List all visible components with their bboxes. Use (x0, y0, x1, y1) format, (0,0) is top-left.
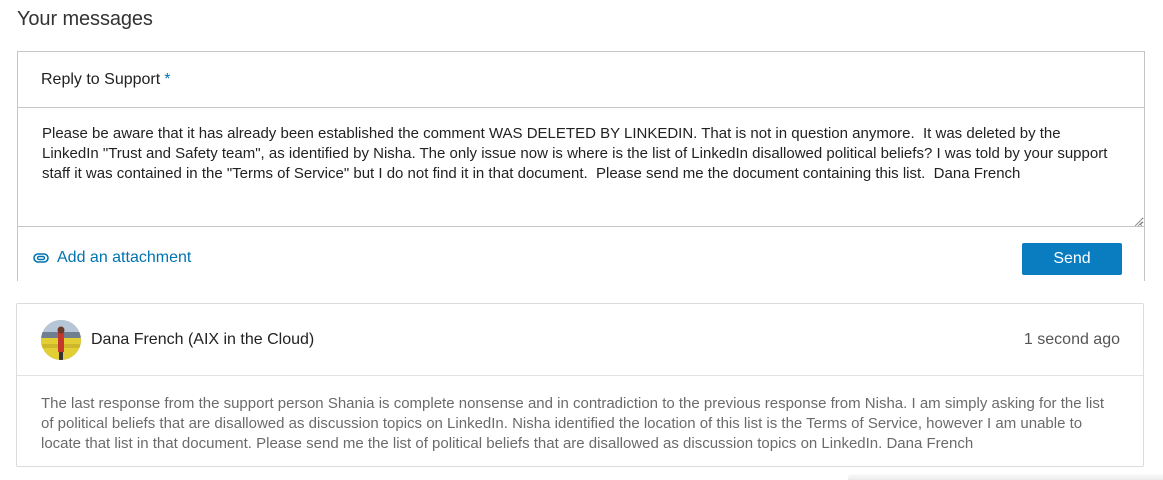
reply-header-label: Reply to Support (41, 70, 161, 88)
add-attachment-link[interactable]: Add an attachment (33, 249, 191, 267)
reply-header: Reply to Support * (18, 52, 1144, 108)
avatar-image (41, 320, 81, 360)
resize-grip-icon[interactable] (1133, 217, 1143, 227)
reply-form: Reply to Support * Please be aware that … (17, 51, 1145, 281)
send-button[interactable]: Send (1022, 243, 1122, 275)
add-attachment-label: Add an attachment (57, 249, 192, 266)
user-avatar[interactable] (41, 320, 81, 360)
message-body: The last response from the support perso… (41, 395, 1105, 452)
message-card: Dana French (AIX in the Cloud) 1 second … (16, 303, 1144, 467)
reply-textarea[interactable]: Please be aware that it has already been… (18, 108, 1144, 227)
paperclip-icon (33, 253, 49, 263)
page-edge-shadow (848, 474, 1163, 480)
page-title: Your messages (17, 8, 153, 30)
required-marker: * (164, 70, 171, 88)
message-header: Dana French (AIX in the Cloud) 1 second … (17, 304, 1143, 376)
message-timestamp: 1 second ago (1023, 331, 1120, 348)
sender-name[interactable]: Dana French (AIX in the Cloud) (91, 331, 314, 349)
reply-footer: Add an attachment Send (18, 227, 1144, 279)
